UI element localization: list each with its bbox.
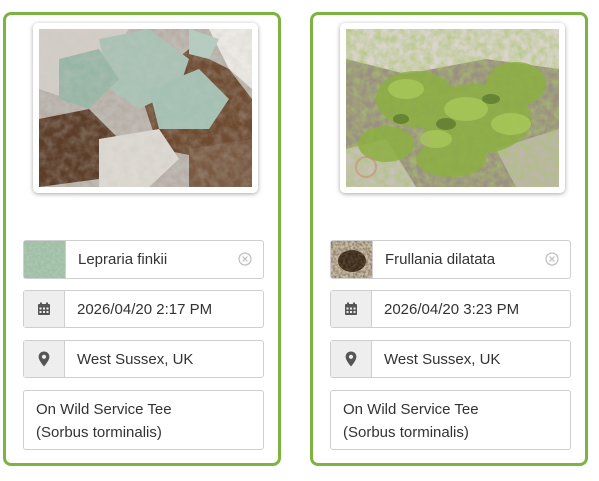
species-field[interactable]: Frullania dilatata	[330, 240, 571, 279]
species-field[interactable]: Lepraria finkii	[23, 240, 264, 279]
date-field[interactable]: 2026/04/20 3:23 PM	[330, 290, 571, 328]
map-marker-icon	[345, 351, 357, 367]
observation-card: Frullania dilatata 2026/04/20 3:23 PM We…	[310, 12, 588, 466]
observation-card: Lepraria finkii 2026/04/20 2:17 PM West …	[3, 12, 281, 466]
species-name: Lepraria finkii	[78, 251, 168, 268]
calendar-icon	[38, 302, 50, 315]
notes-field[interactable]: On Wild Service Tee (Sorbus torminalis)	[330, 390, 571, 450]
notes-text: On Wild Service Tee (Sorbus torminalis)	[36, 401, 172, 441]
date-field[interactable]: 2026/04/20 2:17 PM	[23, 290, 264, 328]
location-field[interactable]: West Sussex, UK	[330, 340, 571, 378]
location-addon	[331, 341, 372, 377]
photo-frame	[340, 23, 565, 193]
observation-photo[interactable]	[346, 29, 559, 187]
notes-text: On Wild Service Tee (Sorbus torminalis)	[343, 401, 479, 441]
clear-circle-icon[interactable]	[545, 252, 559, 266]
species-thumbnail	[331, 241, 373, 278]
location-value: West Sussex, UK	[77, 351, 194, 368]
date-addon	[24, 291, 65, 327]
photo-frame	[33, 23, 258, 193]
clear-circle-icon[interactable]	[238, 252, 252, 266]
location-addon	[24, 341, 65, 377]
species-name: Frullania dilatata	[385, 251, 496, 268]
date-value: 2026/04/20 2:17 PM	[77, 301, 213, 318]
location-value: West Sussex, UK	[384, 351, 501, 368]
calendar-icon	[345, 302, 357, 315]
notes-field[interactable]: On Wild Service Tee (Sorbus torminalis)	[23, 390, 264, 450]
map-marker-icon	[38, 351, 50, 367]
location-field[interactable]: West Sussex, UK	[23, 340, 264, 378]
date-value: 2026/04/20 3:23 PM	[384, 301, 520, 318]
observation-photo[interactable]	[39, 29, 252, 187]
date-addon	[331, 291, 372, 327]
species-thumbnail	[24, 241, 66, 278]
